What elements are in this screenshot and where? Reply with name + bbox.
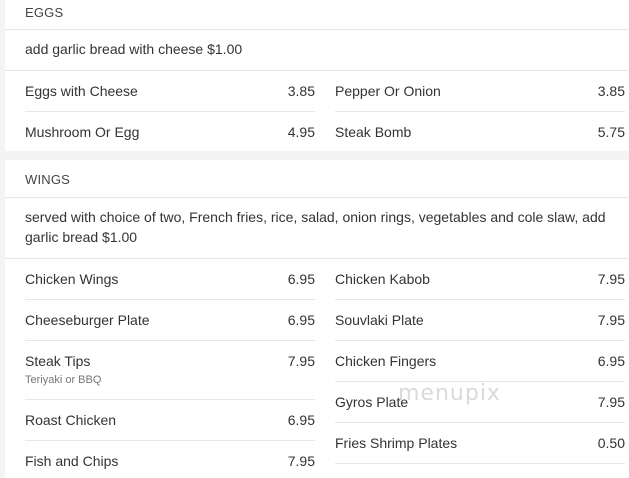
menu-item-price: 0.50 [597,435,625,451]
menu-item-price: 7.95 [597,312,625,328]
menu-item-price: 6.95 [287,271,315,287]
menu-item-price: 6.95 [287,312,315,328]
watermark-logo: menupix [398,381,501,406]
menu-item-price: 3.85 [287,83,315,99]
section-title: WINGS [5,160,629,198]
menu-item-price: 6.95 [287,412,315,428]
menu-item-price: 7.95 [287,453,315,469]
menu-item-name: Mushroom Or Egg [25,124,140,140]
menu-item-price: 5.75 [597,124,625,140]
menu-item-name: Roast Chicken [25,412,117,428]
menu-item-note: Teriyaki or BBQ [25,374,102,386]
menu-item-name: Fish and Chips [25,453,119,469]
menu-item: Mushroom Or Egg 4.95 [25,112,315,152]
menu-item-name: Pepper Or Onion [335,83,441,99]
menu-item-price: 6.95 [597,353,625,369]
menu-item: Steak Bomb 5.75 [335,112,625,152]
section-title: EGGS [5,0,629,30]
menu-item-name: Cheeseburger Plate [25,312,150,328]
menu-section-eggs: EGGS add garlic bread with cheese $1.00 … [5,0,629,151]
menu-item-price: 3.85 [597,83,625,99]
menu-item-price: 4.95 [287,124,315,140]
menu-item: Steak Tips 7.95 Teriyaki or BBQ [25,341,315,400]
menu-item-name: Steak Tips [25,353,91,369]
menu-item-name: Souvlaki Plate [335,312,424,328]
menu-item: Eggs with Cheese 3.85 [25,71,315,112]
menu-item-price: 7.95 [597,394,625,410]
menu-section-wings: WINGS served with choice of two, French … [5,160,629,478]
menu-item: Souvlaki Plate 7.95 [335,300,625,341]
menu-item-name: Chicken Kabob [335,271,430,287]
menu-item: Fish and Chips 7.95 [25,441,315,478]
menu-item: Chicken Fingers 6.95 [335,341,625,382]
menu-item: Chicken Kabob 7.95 [335,259,625,300]
menu-item: Fries Shrimp Plates 0.50 [335,423,625,464]
menu-item-price: 7.95 [287,353,315,369]
section-description: served with choice of two, French fries,… [5,198,629,259]
section-description: add garlic bread with cheese $1.00 [5,30,629,71]
menu-item-name: Eggs with Cheese [25,83,138,99]
menu-item-name: Steak Bomb [335,124,412,140]
menu-item: Chicken Wings 6.95 [25,259,315,300]
menu-item: Cheeseburger Plate 6.95 [25,300,315,341]
menu-item-price: 7.95 [597,271,625,287]
menu-item: Pepper Or Onion 3.85 [335,71,625,112]
menu-item: Roast Chicken 6.95 [25,400,315,441]
menu-item-name: Chicken Fingers [335,353,437,369]
menu-item-name: Fries Shrimp Plates [335,435,458,451]
menu-item-name: Chicken Wings [25,271,119,287]
